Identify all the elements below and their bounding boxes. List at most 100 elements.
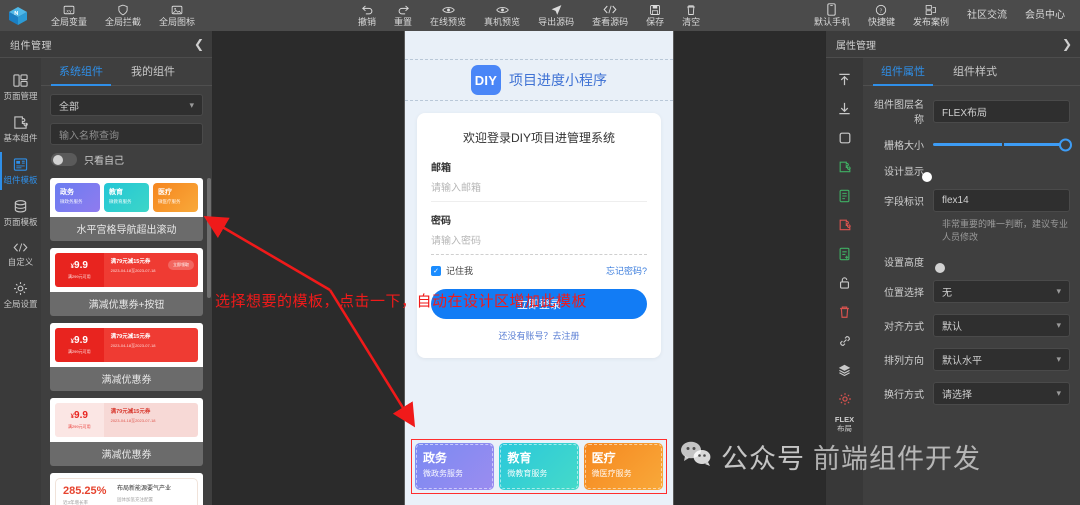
select-value: 默认水平: [942, 356, 982, 367]
gear-red-icon[interactable]: [826, 384, 863, 413]
tab-system-components[interactable]: 系统组件: [45, 63, 117, 86]
toolbar-label: 导出源码: [538, 17, 575, 27]
toolbar-reset-button[interactable]: 重置: [385, 0, 421, 31]
template-list[interactable]: 政务 微政务服务 教育 微教育服务 医疗 微医疗服务 水平宫格导航超出滚动 ¥9…: [41, 178, 212, 505]
toolbar-label: 全局图标: [159, 17, 196, 27]
tab-component-styles[interactable]: 组件样式: [939, 63, 1011, 85]
field-id-input[interactable]: flex14: [933, 189, 1070, 212]
coupon-button[interactable]: 立即领取: [168, 260, 194, 270]
toolbar-view-source[interactable]: 查看源码: [583, 0, 637, 31]
position-select[interactable]: 无 ▾: [933, 280, 1070, 303]
layers-icon[interactable]: [826, 355, 863, 384]
sidebar-item-page-manage[interactable]: 页面管理: [0, 66, 41, 108]
tab-component-properties[interactable]: 组件属性: [867, 63, 939, 86]
sidebar-item-label: 全局设置: [3, 299, 38, 309]
wechat-icon: [679, 440, 713, 473]
wrap-select[interactable]: 请选择 ▾: [933, 382, 1070, 405]
toolbar-community-link[interactable]: 社区交流: [958, 0, 1016, 31]
remember-me-checkbox[interactable]: ✓: [431, 265, 441, 276]
bottom-card[interactable]: 政务 微政务服务: [415, 443, 495, 490]
toolbar-label: 社区交流: [967, 10, 1007, 21]
template-list-scrollbar[interactable]: [207, 178, 211, 298]
coupon-preview: ¥9.9 满299元可用 满79元减15元券 2023-04-18至2023-0…: [55, 328, 198, 362]
toolbar-device-preview[interactable]: 真机预览: [475, 0, 529, 31]
template-preview: ¥9.9 满299元可用 满79元减15元券 2023-04-18至2023-0…: [50, 323, 203, 367]
toolbar-default-phone[interactable]: 默认手机: [805, 0, 859, 31]
chevron-down-icon: ▾: [189, 99, 194, 110]
sidebar-item-page-template[interactable]: 页面模板: [0, 192, 41, 234]
coupon-info-block: 满79元减15元券 2023-04-18至2023-07-18 立即领取: [103, 253, 198, 287]
flex-list-left: 285.25% 近3年增长率: [63, 485, 110, 505]
link-icon[interactable]: [826, 326, 863, 355]
sidebar-item-basic-components[interactable]: 基本组件: [0, 108, 41, 150]
puzzle-red-icon[interactable]: [826, 210, 863, 239]
direction-select[interactable]: 默认水平 ▾: [933, 348, 1070, 371]
puzzle-green-icon[interactable]: [826, 152, 863, 181]
list-item[interactable]: ¥9.9 满299元可用 满79元减15元券 2023-04-18至2023-0…: [50, 323, 203, 391]
selected-component-outline[interactable]: 政务 微政务服务 教育 微教育服务 医疗 微医疗服务: [411, 439, 667, 494]
toolbar-global-intercept[interactable]: 全局拦截: [96, 0, 150, 31]
remember-me-row[interactable]: ✓ 记住我: [431, 264, 473, 277]
align-select[interactable]: 默认 ▾: [933, 314, 1070, 337]
move-up-icon[interactable]: [826, 65, 863, 94]
square-icon[interactable]: [826, 123, 863, 152]
toolbar-clear-button[interactable]: 清空: [673, 0, 709, 31]
coupon-amount: ¥9.9: [71, 260, 88, 273]
left-panel-header: 组件管理 ❮: [0, 31, 212, 58]
bottom-card[interactable]: 医疗 微医疗服务: [583, 443, 663, 490]
bottom-card[interactable]: 教育 微教育服务: [499, 443, 579, 490]
search-input[interactable]: 输入名称查询: [50, 123, 203, 145]
coupon-amount-value: 9.9: [74, 335, 88, 346]
toolbar-export-source[interactable]: 导出源码: [529, 0, 583, 31]
phone-preview[interactable]: DIY 项目进度小程序 欢迎登录DIY项目进管理系统 邮箱 请输入邮箱 密码 请…: [404, 31, 674, 505]
toggle-knob: [52, 154, 63, 165]
tab-my-components[interactable]: 我的组件: [117, 63, 189, 85]
list-item[interactable]: 285.25% 近3年增长率 布局新能源要气产业 固体加氢充注配置 1年期 高波…: [50, 473, 203, 505]
chevron-right-icon[interactable]: ❯: [1062, 37, 1072, 51]
layer-name-input[interactable]: FLEX布局: [933, 99, 1070, 123]
app-logo[interactable]: [0, 0, 36, 31]
toolbar-label: 全局拦截: [105, 17, 142, 27]
lock-icon[interactable]: [826, 268, 863, 297]
slider-thumb[interactable]: [1059, 138, 1072, 151]
sidebar-item-custom[interactable]: 自定义: [0, 234, 41, 274]
input-value: FLEX布局: [942, 107, 988, 119]
toolbar-member-center-link[interactable]: 会员中心: [1016, 0, 1074, 31]
bottom-card-sub: 微政务服务: [423, 469, 463, 478]
toolbar-global-variable[interactable]: xy 全局变量: [42, 0, 96, 31]
list-item[interactable]: 政务 微政务服务 教育 微教育服务 医疗 微医疗服务 水平宫格导航超出滚动: [50, 178, 203, 241]
toolbar-global-icons[interactable]: 全局图标: [150, 0, 204, 31]
left-panel-title: 组件管理: [10, 40, 52, 52]
prop-direction: 排列方向 默认水平 ▾: [867, 348, 1070, 371]
register-link[interactable]: 还没有账号？去注册: [431, 329, 647, 342]
list-item[interactable]: ¥9.9 满299元可用 满79元减15元券 2023-04-18至2023-0…: [50, 398, 203, 466]
list-item[interactable]: ¥9.9 满299元可用 满79元减15元券 2023-04-18至2023-0…: [50, 248, 203, 316]
email-field[interactable]: 请输入邮箱: [431, 179, 647, 202]
grid-size-slider[interactable]: [933, 138, 1072, 152]
remember-me-label: 记住我: [446, 266, 474, 276]
toolbar-online-preview[interactable]: 在线预览: [421, 0, 475, 31]
slider-track: [933, 138, 1072, 151]
sidebar-item-component-template[interactable]: 组件模板: [0, 150, 41, 192]
doc-green-icon[interactable]: [826, 181, 863, 210]
move-down-icon[interactable]: [826, 94, 863, 123]
prop-label: 字段标识: [884, 197, 924, 208]
design-canvas[interactable]: DIY 项目进度小程序 欢迎登录DIY项目进管理系统 邮箱 请输入邮箱 密码 请…: [213, 31, 825, 505]
sidebar-item-global-settings[interactable]: 全局设置: [0, 274, 41, 316]
category-select[interactable]: 全部 ▾: [50, 94, 203, 116]
grid-cell: 政务 微政务服务: [55, 183, 100, 212]
chevron-left-icon[interactable]: ❮: [194, 37, 204, 51]
toolbar-undo-button[interactable]: 撤销: [349, 0, 385, 31]
password-field[interactable]: 请输入密码: [431, 232, 647, 255]
only-mine-toggle[interactable]: [51, 153, 77, 166]
only-mine-row: 只看自己: [51, 152, 203, 167]
prop-label: 排列方向: [884, 356, 924, 367]
image-icon: [171, 3, 183, 16]
coupon-preview: ¥9.9 满299元可用 满79元减15元券 2023-04-18至2023-0…: [55, 403, 198, 437]
doc-add-green-icon[interactable]: [826, 239, 863, 268]
trash-red-icon[interactable]: [826, 297, 863, 326]
toolbar-publish-case[interactable]: 发布案例: [904, 0, 958, 31]
toolbar-shortcuts[interactable]: ? 快捷键: [859, 0, 904, 31]
toolbar-save-button[interactable]: 保存: [637, 0, 673, 31]
forgot-password-link[interactable]: 忘记密码?: [606, 264, 647, 277]
